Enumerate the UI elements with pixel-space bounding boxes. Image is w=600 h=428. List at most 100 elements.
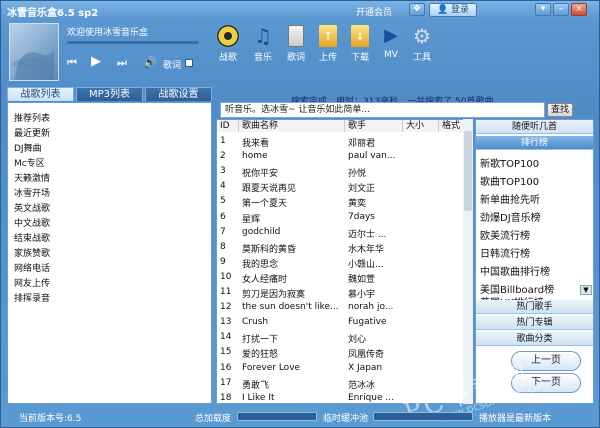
row-id: 8: [220, 241, 226, 252]
row-artist: paul van...: [348, 151, 396, 162]
search-button[interactable]: 查找: [547, 103, 573, 117]
charts-header[interactable]: 排行榜: [476, 136, 593, 150]
list-item[interactable]: 家族赞歌: [14, 246, 50, 259]
song-table: ID 歌曲名称 歌手 大小 格式 1 我来看 邓丽君 2 home paul van...…: [216, 119, 473, 404]
play-icon[interactable]: ▶: [91, 54, 101, 69]
table-row[interactable]: 7 godchild 迈尔士 ...: [217, 225, 464, 240]
table-row[interactable]: 12 the sun doesn't like... norah jo...: [217, 300, 464, 314]
tab-battle-list[interactable]: 战歌列表: [7, 87, 74, 101]
list-item[interactable]: 结束战歌: [14, 231, 50, 244]
col-header-format[interactable]: 格式: [439, 120, 464, 132]
song-categories-button[interactable]: 歌曲分类: [476, 332, 593, 346]
table-row[interactable]: 11 剪刀是因为寂寞 慕小宇: [217, 285, 464, 300]
list-item[interactable]: 排挥录音: [14, 291, 50, 304]
minimize-icon[interactable]: –: [553, 3, 569, 16]
row-title: godchild: [242, 226, 281, 237]
tool-upload[interactable]: ↑ 上传: [313, 25, 343, 63]
total-load-label: 总加载度: [195, 414, 232, 424]
tab-mp3-list[interactable]: MP3列表: [76, 87, 143, 101]
cover-art: [12, 50, 56, 80]
row-title: 星辉: [242, 214, 261, 225]
chart-scroll-down-icon[interactable]: ▼: [580, 285, 592, 295]
progress-bar[interactable]: [67, 41, 199, 44]
chart-item[interactable]: 欧美流行榜: [480, 227, 530, 242]
table-row[interactable]: 8 莫斯科的黄昏 水木年华: [217, 240, 464, 255]
row-artist: 黄奕: [348, 199, 367, 210]
list-item[interactable]: 冰雪开场: [14, 186, 50, 199]
close-icon[interactable]: ×: [571, 3, 587, 16]
row-title: 莫斯科的黄昏: [242, 244, 297, 255]
tool-tools[interactable]: ⚙ 工具: [407, 25, 437, 63]
list-item[interactable]: 网络电话: [14, 261, 50, 274]
table-row[interactable]: 4 跟夏天说再见 刘文正: [217, 179, 464, 195]
next-icon[interactable]: ⏭: [117, 56, 127, 70]
row-id: 15: [220, 347, 232, 358]
menu-icon[interactable]: ▾: [535, 3, 551, 16]
chart-item[interactable]: 日韩流行榜: [480, 245, 530, 260]
chart-item[interactable]: 劲爆DJ音乐榜: [480, 209, 541, 224]
list-item[interactable]: 中文战歌: [14, 216, 50, 229]
row-artist: norah jo...: [348, 302, 394, 313]
table-row[interactable]: 9 我的思念 小赣山...: [217, 255, 464, 270]
row-artist: 凤凰传奇: [348, 350, 385, 361]
row-title: 我的思念: [242, 259, 279, 270]
chart-item[interactable]: 中国歌曲排行榜: [480, 263, 550, 278]
row-artist: 7days: [348, 211, 375, 222]
chart-item[interactable]: 新单曲抢先听: [480, 191, 540, 206]
table-row[interactable]: 16 Forever Love X Japan: [217, 361, 464, 375]
list-item[interactable]: Mc专区: [14, 156, 45, 169]
list-item[interactable]: DJ舞曲: [14, 141, 42, 154]
row-id: 12: [220, 302, 232, 313]
volume-icon[interactable]: 🔊: [143, 56, 157, 69]
tool-music[interactable]: ♫ 音乐: [248, 25, 278, 63]
row-artist: Fugative: [348, 317, 387, 328]
tool-lyrics[interactable]: 歌词: [281, 25, 311, 63]
table-row[interactable]: 14 打扰一下 刘心: [217, 330, 464, 345]
col-header-artist[interactable]: 歌手: [345, 120, 403, 132]
col-header-id[interactable]: ID: [217, 120, 239, 132]
table-row[interactable]: 2 home paul van...: [217, 149, 464, 163]
table-row[interactable]: 5 第一个夏天 黄奕: [217, 194, 464, 210]
table-row[interactable]: 6 星辉 7days: [217, 210, 464, 225]
search-input[interactable]: 听音乐。选冰雪~ 让音乐如此简单...: [220, 102, 545, 118]
list-item[interactable]: 英文战歌: [14, 201, 50, 214]
col-header-title[interactable]: 歌曲名称: [239, 120, 345, 132]
hot-albums-button[interactable]: 热门专辑: [476, 316, 593, 330]
open-membership-link[interactable]: 开通会员: [356, 5, 392, 18]
table-row[interactable]: 13 Crush Fugative: [217, 315, 464, 329]
row-id: 18: [220, 392, 232, 403]
row-title: Crush: [242, 317, 269, 328]
app-window: 冰雪音乐盒6.5 sp2 开通会员 ❖ 👤 登录 ▾ – × 欢迎使用冰雪音乐盒…: [0, 0, 600, 428]
table-row[interactable]: 1 我来看 邓丽君: [217, 134, 464, 149]
skin-icon[interactable]: ❖: [409, 3, 425, 16]
table-row[interactable]: 10 女人经痛时 魏如萱: [217, 270, 464, 285]
chart-item[interactable]: 歌曲TOP100: [480, 173, 539, 188]
table-scroll-thumb[interactable]: [464, 131, 472, 211]
list-item[interactable]: 天籁激情: [14, 171, 50, 184]
col-header-size[interactable]: 大小: [403, 120, 439, 132]
tool-mv[interactable]: ▶ MV: [376, 25, 406, 60]
row-id: 6: [220, 211, 226, 222]
list-item[interactable]: 网友上传: [14, 276, 50, 289]
row-artist: 范冰冰: [348, 380, 376, 391]
music-note-icon: ♫: [254, 24, 272, 48]
tool-battle-songs[interactable]: 战歌: [213, 25, 243, 63]
hot-singers-button[interactable]: 热门歌手: [476, 300, 593, 314]
table-row[interactable]: 3 祝你平安 孙悦: [217, 164, 464, 179]
row-artist: 刘文正: [348, 184, 376, 195]
previous-icon[interactable]: ⏮: [67, 56, 77, 70]
row-artist: Enrique ...: [348, 392, 394, 403]
lyrics-checkbox[interactable]: [185, 59, 193, 67]
list-item[interactable]: 最近更新: [14, 126, 50, 139]
chart-item[interactable]: 新歌TOP100: [480, 155, 539, 170]
title-bar[interactable]: 冰雪音乐盒6.5 sp2 开通会员 ❖ 👤 登录 ▾ – ×: [1, 1, 599, 19]
tool-download[interactable]: ↓ 下载: [345, 25, 375, 63]
table-row[interactable]: 15 爱的狂怒 凤凰传奇: [217, 345, 464, 361]
random-play-button[interactable]: 随便听几首: [476, 120, 593, 134]
list-item[interactable]: 推荐列表: [14, 111, 50, 124]
tool-label: 工具: [412, 53, 431, 63]
row-title: 女人经痛时: [242, 274, 288, 285]
login-label: 登录: [451, 5, 470, 15]
tab-battle-settings[interactable]: 战歌设置: [145, 87, 212, 101]
login-button[interactable]: 👤 登录: [429, 3, 477, 17]
